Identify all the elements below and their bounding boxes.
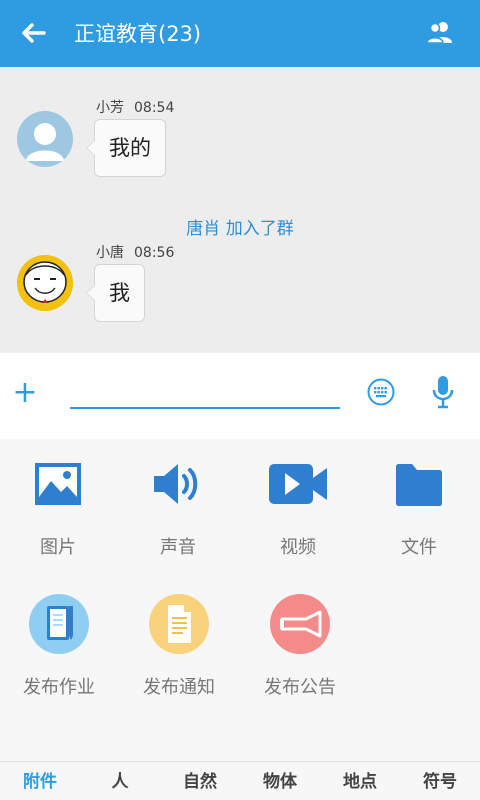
tool-homework[interactable]: 发布作业 <box>9 589 109 699</box>
speaker-icon <box>154 464 198 504</box>
notebook-icon <box>29 594 89 654</box>
tool-label: 发布公告 <box>264 677 336 698</box>
members-icon[interactable] <box>424 18 456 48</box>
tab-attachment[interactable]: 附件 <box>0 762 80 800</box>
cartoon-avatar-icon <box>17 255 73 311</box>
tool-audio[interactable]: 声音 <box>123 453 233 559</box>
tab-objects[interactable]: 物体 <box>240 762 320 800</box>
video-icon <box>269 464 327 504</box>
avatar[interactable] <box>17 111 73 167</box>
message-input[interactable] <box>70 375 340 409</box>
tab-nature[interactable]: 自然 <box>160 762 240 800</box>
tool-announcement[interactable]: 发布公告 <box>250 589 350 699</box>
chat-area[interactable]: 小芳 08:54 我的 唐肖 加入了群 小唐 08:56 我 <box>0 67 480 353</box>
tool-label: 声音 <box>160 537 196 558</box>
attachment-panel: 图片 声音 视频 文件 发布作业 发布通知 发布公告 <box>0 439 480 761</box>
sender-name: 小芳 <box>96 100 124 116</box>
tab-symbols[interactable]: 符号 <box>400 762 480 800</box>
page-title: 正谊教育(23) <box>74 22 202 46</box>
system-note: 唐肖 加入了群 <box>186 219 294 239</box>
category-tabs: 附件 人 自然 物体 地点 符号 <box>0 761 480 800</box>
tab-people[interactable]: 人 <box>80 762 160 800</box>
plus-icon[interactable]: + <box>10 373 40 413</box>
keyboard-icon[interactable] <box>366 377 396 407</box>
default-avatar-icon <box>17 111 73 167</box>
tool-label: 发布作业 <box>23 677 95 698</box>
input-bar: + <box>0 353 480 439</box>
tool-label: 文件 <box>401 537 437 558</box>
document-icon <box>149 594 209 654</box>
message-time: 08:54 <box>134 100 175 116</box>
message-bubble[interactable]: 我的 <box>86 119 166 177</box>
tool-label: 发布通知 <box>143 677 215 698</box>
tool-file[interactable]: 文件 <box>364 453 474 559</box>
sender-name: 小唐 <box>96 245 124 261</box>
message-meta: 小唐 08:56 <box>96 242 184 262</box>
back-arrow-icon[interactable] <box>18 18 48 48</box>
tool-video[interactable]: 视频 <box>243 453 353 559</box>
image-icon <box>35 463 81 505</box>
app-bar: 正谊教育(23) <box>0 0 480 67</box>
tool-image[interactable]: 图片 <box>3 453 113 559</box>
tab-places[interactable]: 地点 <box>320 762 400 800</box>
message-time: 08:56 <box>134 245 175 261</box>
message-bubble[interactable]: 我 <box>86 264 145 322</box>
avatar[interactable] <box>17 255 73 311</box>
tool-notice[interactable]: 发布通知 <box>129 589 229 699</box>
tool-label: 视频 <box>280 537 316 558</box>
microphone-icon[interactable] <box>428 373 458 411</box>
folder-icon <box>396 464 442 506</box>
message-meta: 小芳 08:54 <box>96 97 184 117</box>
tool-label: 图片 <box>40 537 76 558</box>
megaphone-icon <box>270 594 330 654</box>
